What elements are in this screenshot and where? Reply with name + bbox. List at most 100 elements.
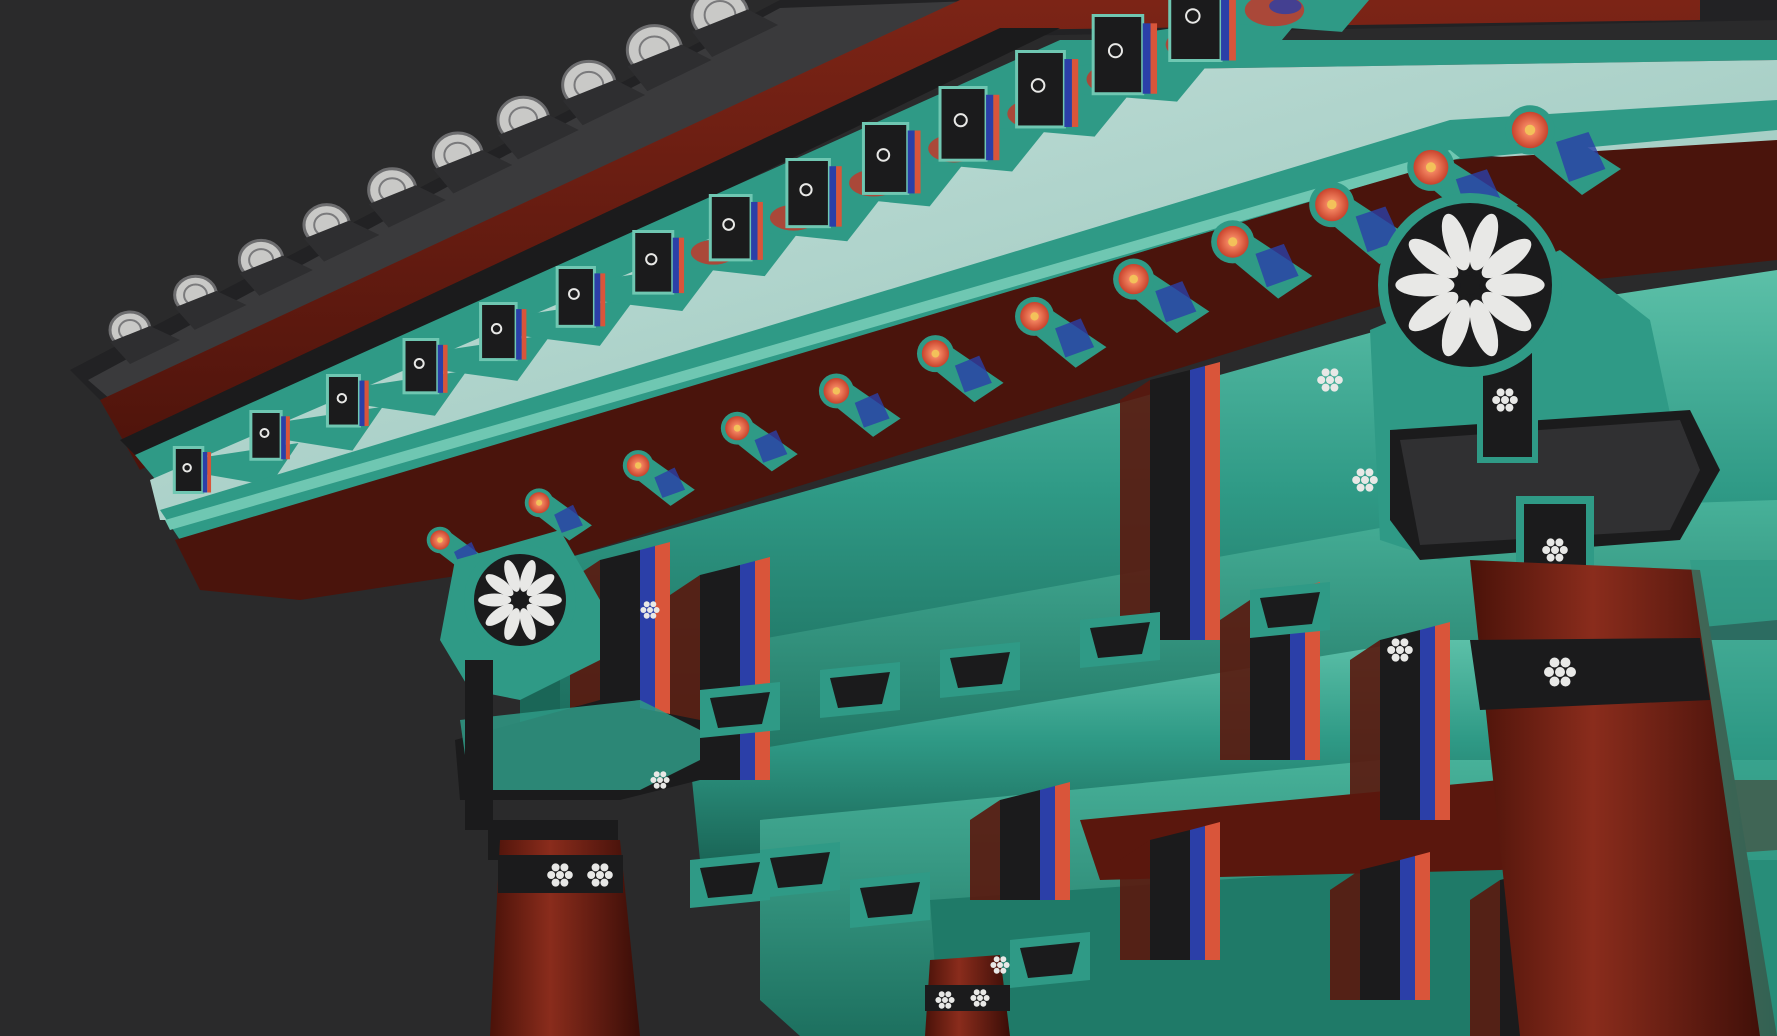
bracket-block-face: [860, 882, 920, 918]
rafter-orange-stripe: [600, 273, 606, 327]
dot: [1391, 653, 1400, 662]
rosette-center: [1460, 275, 1480, 295]
rafter-end: [172, 446, 205, 494]
bracket-block-face: [700, 862, 760, 898]
rafter-blue-stripe: [829, 166, 837, 227]
dot: [1496, 403, 1505, 412]
dot: [1400, 638, 1409, 647]
dot: [1505, 388, 1514, 397]
dot: [1566, 667, 1576, 677]
dot: [1003, 962, 1010, 968]
rafter-orange-stripe: [678, 237, 685, 294]
dot: [1330, 383, 1339, 392]
band-red: [1120, 380, 1150, 640]
pavilion-eaves-scene: [0, 0, 1777, 1036]
flower-center: [1129, 274, 1138, 284]
dot: [1505, 403, 1514, 412]
bracket-block-face: [950, 652, 1010, 688]
rafter-end: [632, 230, 675, 295]
band-blue: [1190, 366, 1205, 640]
rafter-end: [1015, 50, 1066, 129]
band-blue: [740, 561, 755, 780]
band-orange: [755, 557, 770, 780]
dot: [1000, 956, 1007, 963]
dot: [591, 863, 600, 872]
rosette-center: [514, 594, 526, 606]
bracket-block-face: [710, 692, 770, 728]
band-red: [1470, 880, 1500, 1036]
dot: [1546, 553, 1555, 562]
rafter-orange-stripe: [521, 309, 527, 360]
rafter-end: [1091, 14, 1145, 96]
dot: [564, 871, 573, 879]
band-black: [1360, 860, 1400, 1000]
dot: [1356, 468, 1365, 477]
dot: [1387, 646, 1396, 654]
dot: [1365, 483, 1374, 492]
dot: [990, 962, 997, 968]
flower-center: [832, 387, 841, 395]
dot: [1544, 667, 1554, 677]
dot: [653, 771, 660, 778]
dot: [1334, 376, 1343, 384]
dot: [1555, 538, 1564, 547]
band-orange: [1415, 852, 1430, 1000]
dot: [1492, 396, 1501, 404]
dot: [556, 871, 564, 879]
rafter-orange-stripe: [1150, 23, 1158, 94]
rafter-end: [325, 374, 361, 428]
dot: [650, 777, 657, 783]
band-red: [1220, 600, 1250, 760]
dot: [663, 777, 670, 783]
dot: [1501, 396, 1509, 404]
dot: [604, 871, 613, 879]
rafter-end: [785, 158, 831, 229]
flower-center: [1030, 312, 1039, 321]
dot: [980, 1000, 987, 1007]
dot: [1391, 638, 1400, 647]
dot: [1321, 383, 1330, 392]
dot: [551, 863, 560, 872]
rafter-blue-stripe: [1221, 0, 1230, 61]
rafter-end: [708, 194, 753, 262]
dot: [938, 991, 945, 998]
rafter-blue-stripe: [437, 344, 444, 393]
dot: [945, 1002, 952, 1009]
dot: [1400, 653, 1409, 662]
bracket-block-face: [1020, 942, 1080, 978]
rafter-blue-stripe: [359, 380, 365, 427]
flower-center: [733, 424, 741, 432]
rafter-blue-stripe: [986, 94, 994, 161]
dot: [1549, 657, 1560, 668]
dot: [560, 878, 569, 887]
band-red: [1120, 840, 1150, 960]
dot: [653, 607, 660, 613]
rafter-end: [555, 266, 596, 328]
rafter-blue-stripe: [751, 201, 758, 260]
dot: [547, 871, 556, 879]
dot: [600, 878, 609, 887]
rafter-end: [249, 410, 283, 461]
band-black: [1380, 630, 1420, 820]
bracket-block-face: [1090, 622, 1150, 658]
rafter-blue-stripe: [1064, 59, 1072, 127]
rafter-blue-stripe: [907, 130, 915, 194]
band-orange: [1055, 782, 1070, 900]
dot: [942, 997, 948, 1003]
dot: [650, 601, 657, 608]
dot: [1555, 553, 1564, 562]
dot: [1369, 476, 1378, 484]
rafter-end: [938, 86, 988, 162]
dot: [993, 967, 1000, 974]
band-blue: [1190, 826, 1205, 960]
dot: [1404, 646, 1413, 654]
dot: [945, 991, 952, 998]
rafter-orange-stripe: [285, 416, 290, 460]
flower-center: [1327, 199, 1337, 210]
bracket-block-face: [830, 672, 890, 708]
dot: [600, 863, 609, 872]
band-orange: [1435, 622, 1450, 820]
dot: [1542, 546, 1551, 554]
rafter-end: [861, 122, 910, 195]
band-blue: [1420, 626, 1435, 820]
